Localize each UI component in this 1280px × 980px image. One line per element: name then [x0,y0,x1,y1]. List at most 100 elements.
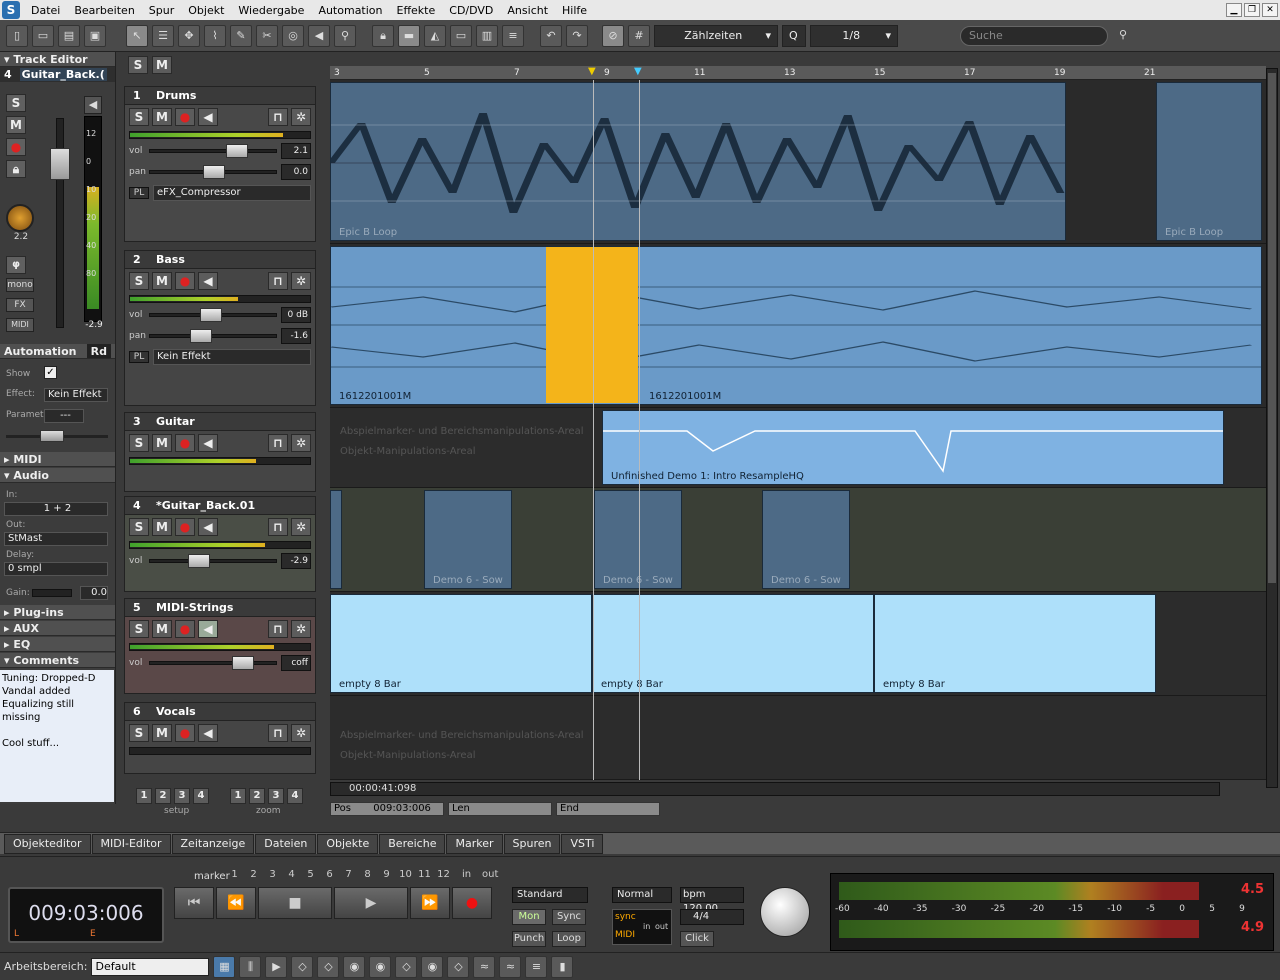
eye-icon[interactable]: ◉ [369,955,392,978]
settings-icon[interactable]: ✲ [291,272,311,290]
eye-icon[interactable]: ◉ [421,955,444,978]
audio-clip[interactable]: Demo 6 - Sow [424,490,512,589]
audio-clip[interactable]: 1612201001M 1612201001M [330,246,1262,405]
grid-select[interactable]: Zählzeiten ▾ [654,24,778,47]
record-button[interactable]: ● [175,518,195,536]
menu-objekt[interactable]: Objekt [181,4,231,17]
audio-clip[interactable]: Epic B Loop [1156,82,1262,241]
tab-spuren[interactable]: Spuren [503,833,561,854]
pos-value[interactable]: 009:03:006 [373,803,431,814]
show-checkbox[interactable]: ✓ [44,366,57,379]
mute-button[interactable]: M [152,272,172,290]
gain-slider[interactable] [32,589,72,597]
menu-automation[interactable]: Automation [311,4,389,17]
midi-section-header[interactable]: ▸ MIDI [0,452,115,467]
marker-button[interactable]: 1 [226,869,243,880]
menu-cddvd[interactable]: CD/DVD [442,4,500,17]
volume-slider[interactable] [149,554,277,568]
midi-button[interactable]: MIDI [6,318,34,332]
search-input[interactable]: Suche [960,25,1108,46]
new-file-icon[interactable]: ▯ [6,24,28,47]
time-signature-field[interactable]: 4/4 [680,909,744,925]
curve-tool-icon[interactable]: ⌇ [204,24,226,47]
mute-button[interactable]: M [6,116,26,134]
mono-button[interactable]: mono [6,278,34,292]
track-title[interactable]: 4 *Guitar_Back.01 [125,497,315,515]
mixer-icon[interactable]: ⊘ [602,24,624,47]
tab-objekteditor[interactable]: Objekteditor [4,833,91,854]
automation-header[interactable]: Automation Rd [0,344,115,359]
mute-button[interactable]: M [152,434,172,452]
marker-button[interactable]: 4 [283,869,300,880]
multi-tool-icon[interactable]: ✥ [178,24,200,47]
curve-mode-icon[interactable]: ◭ [424,24,446,47]
close-icon[interactable]: ✕ [1262,3,1278,17]
phase-button[interactable]: φ [6,256,26,274]
fast-forward-icon[interactable]: ⏩ [410,887,450,919]
tab-vsti[interactable]: VSTi [561,833,604,854]
solo-button[interactable]: S [6,94,26,112]
timeline-ruler[interactable]: 3 5 7 9 11 13 15 17 19 21 ▼ ▼ [330,66,1266,80]
gain-value[interactable]: 0.0 [80,586,108,600]
group-mode-icon[interactable]: ▥ [476,24,498,47]
audio-section-header[interactable]: ▾ Audio [0,468,115,483]
monitor-button[interactable]: ◀ [198,518,218,536]
playback-mode-select[interactable]: Standard [512,887,588,903]
mixer-view-icon[interactable]: ⫼ [239,955,262,978]
midi-clip[interactable]: empty 8 Bar [330,594,592,693]
time-display[interactable]: 009:03:006 L E [8,887,164,943]
end-field[interactable]: End [556,802,660,816]
quantize-icon[interactable]: Q [782,24,806,47]
marker-button[interactable]: 10 [397,869,414,880]
quantize-select[interactable]: 1/8 ▾ [810,24,898,47]
record-button[interactable]: ● [175,434,195,452]
monitor-button[interactable]: ◀ [198,724,218,742]
settings-icon[interactable]: ✲ [291,518,311,536]
menu-hilfe[interactable]: Hilfe [555,4,594,17]
pan-knob[interactable] [202,165,225,179]
object-mode-icon[interactable]: ▬ [398,24,420,47]
tab-bereiche[interactable]: Bereiche [379,833,446,854]
grid-icon[interactable]: # [628,24,650,47]
track-title[interactable]: 6 Vocals [125,703,315,721]
undo-icon[interactable]: ↶ [540,24,562,47]
selected-track-name[interactable]: Guitar_Back.( [19,68,107,81]
zoom-button-4[interactable]: 4 [287,788,303,804]
mute-button[interactable]: M [152,620,172,638]
marker-nav-icon[interactable]: ◇ [447,955,470,978]
global-solo-button[interactable]: S [128,56,148,74]
video-view-icon[interactable]: ▶ [265,955,288,978]
record-button[interactable]: ● [175,108,195,126]
audio-clip[interactable]: Epic B Loop [330,82,1066,241]
track-title[interactable]: 5 MIDI-Strings [125,599,315,617]
settings-icon[interactable]: ✲ [291,620,311,638]
track-title[interactable]: 3 Guitar [125,413,315,431]
tab-dateien[interactable]: Dateien [255,833,317,854]
settings-icon[interactable]: ✲ [291,434,311,452]
plugin-select[interactable]: Kein Effekt [153,349,311,365]
monitor-button[interactable]: ◀ [198,108,218,126]
parameter-select[interactable]: --- [44,409,84,423]
record-button[interactable]: ● [175,724,195,742]
scrub-tool-icon[interactable]: ◎ [282,24,304,47]
audio-clip[interactable]: Demo 6 - Sow [762,490,850,589]
restore-icon[interactable]: ❐ [1244,3,1260,17]
view-toggle-icon[interactable]: ▦ [213,955,236,978]
split-tool-icon[interactable]: ✂ [256,24,278,47]
pan-value[interactable]: 0.0 [281,164,311,180]
range-tool-icon[interactable]: ☰ [152,24,174,47]
tab-zeitanzeige[interactable]: Zeitanzeige [171,833,255,854]
parameter-slider-knob[interactable] [40,430,64,442]
split-mode-icon[interactable]: ▭ [450,24,472,47]
volume-value[interactable]: 0 dB [281,307,311,323]
record-button[interactable]: ● [175,620,195,638]
play-icon[interactable]: ▶ [334,887,408,919]
volume-value[interactable]: coff [281,655,311,671]
menu-wiedergabe[interactable]: Wiedergabe [231,4,311,17]
midi-clip[interactable]: empty 8 Bar [874,594,1156,693]
setup-button-3[interactable]: 3 [174,788,190,804]
pointer-tool-icon[interactable]: ↖ [126,24,148,47]
lock-icon[interactable]: ⊓ [268,620,288,638]
automation-mode-button[interactable]: Rd [86,344,111,358]
eye-icon[interactable]: ◉ [343,955,366,978]
